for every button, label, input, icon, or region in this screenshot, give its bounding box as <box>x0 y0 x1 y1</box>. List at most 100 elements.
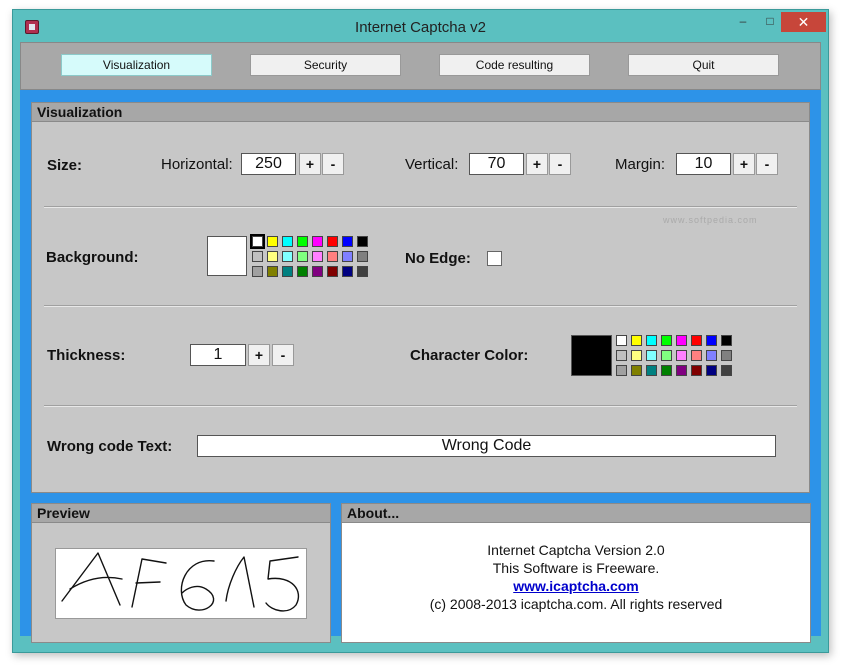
captcha-image <box>55 548 307 619</box>
color-swatch[interactable] <box>357 251 368 262</box>
color-swatch[interactable] <box>297 236 308 247</box>
title-bar[interactable]: Internet Captcha v2 – □ ✕ <box>13 10 828 42</box>
color-swatch[interactable] <box>312 266 323 277</box>
color-swatch[interactable] <box>342 236 353 247</box>
color-swatch[interactable] <box>267 266 278 277</box>
maximize-button[interactable]: □ <box>757 12 783 32</box>
app-window: Internet Captcha v2 – □ ✕ Visualization … <box>12 9 829 653</box>
no-edge-label: No Edge: <box>405 250 471 267</box>
color-swatch[interactable] <box>646 350 657 361</box>
about-freeware: This Software is Freeware. <box>492 560 660 576</box>
code-resulting-button[interactable]: Code resulting <box>439 54 590 76</box>
color-swatch[interactable] <box>721 350 732 361</box>
color-swatch[interactable] <box>676 350 687 361</box>
visualization-header: Visualization <box>32 103 809 122</box>
color-swatch[interactable] <box>661 350 672 361</box>
color-swatch[interactable] <box>706 350 717 361</box>
color-swatch[interactable] <box>706 365 717 376</box>
horizontal-input[interactable]: 250 <box>241 153 296 175</box>
wrong-code-label: Wrong code Text: <box>47 438 173 455</box>
about-panel: About... Internet Captcha Version 2.0 Th… <box>341 503 811 643</box>
thickness-label: Thickness: <box>47 347 126 364</box>
color-swatch[interactable] <box>616 365 627 376</box>
color-swatch[interactable] <box>267 236 278 247</box>
thickness-plus-button[interactable]: + <box>248 344 270 366</box>
color-swatch[interactable] <box>661 365 672 376</box>
character-color-label: Character Color: <box>410 347 529 364</box>
thickness-input[interactable]: 1 <box>190 344 246 366</box>
color-swatch[interactable] <box>631 365 642 376</box>
background-color-preview <box>207 236 247 276</box>
close-button[interactable]: ✕ <box>781 12 826 32</box>
about-body: Internet Captcha Version 2.0 This Softwa… <box>342 523 810 642</box>
color-swatch[interactable] <box>616 335 627 346</box>
color-swatch[interactable] <box>327 236 338 247</box>
color-swatch[interactable] <box>676 365 687 376</box>
color-swatch[interactable] <box>721 335 732 346</box>
color-swatch[interactable] <box>631 350 642 361</box>
vertical-input[interactable]: 70 <box>469 153 524 175</box>
color-swatch[interactable] <box>691 365 702 376</box>
margin-minus-button[interactable]: - <box>756 153 778 175</box>
margin-label: Margin: <box>615 156 666 173</box>
character-color-palette <box>616 335 732 376</box>
visualization-button[interactable]: Visualization <box>61 54 212 76</box>
color-swatch[interactable] <box>282 251 293 262</box>
color-swatch[interactable] <box>312 236 323 247</box>
color-swatch[interactable] <box>250 234 265 249</box>
color-swatch[interactable] <box>342 266 353 277</box>
thickness-minus-button[interactable]: - <box>272 344 294 366</box>
vertical-label: Vertical: <box>405 156 459 173</box>
color-swatch[interactable] <box>327 266 338 277</box>
color-swatch[interactable] <box>646 335 657 346</box>
captcha-text <box>61 552 300 612</box>
color-swatch[interactable] <box>661 335 672 346</box>
margin-input[interactable]: 10 <box>676 153 731 175</box>
color-swatch[interactable] <box>312 251 323 262</box>
wrong-code-input[interactable]: Wrong Code <box>197 435 776 457</box>
menu-bar: Visualization Security Code resulting Qu… <box>20 42 821 90</box>
horizontal-label: Horizontal: <box>161 156 233 173</box>
website-link[interactable]: www.icaptcha.com <box>513 578 639 594</box>
color-swatch[interactable] <box>342 251 353 262</box>
color-swatch[interactable] <box>646 365 657 376</box>
color-swatch[interactable] <box>297 251 308 262</box>
divider <box>44 305 797 307</box>
color-swatch[interactable] <box>357 236 368 247</box>
character-color-preview <box>571 335 612 376</box>
horizontal-minus-button[interactable]: - <box>322 153 344 175</box>
color-swatch[interactable] <box>706 335 717 346</box>
color-swatch[interactable] <box>691 335 702 346</box>
vertical-plus-button[interactable]: + <box>526 153 548 175</box>
color-swatch[interactable] <box>282 266 293 277</box>
background-label: Background: <box>46 249 139 266</box>
quit-button[interactable]: Quit <box>628 54 779 76</box>
no-edge-checkbox[interactable] <box>487 251 502 266</box>
about-copyright: (c) 2008-2013 icaptcha.com. All rights r… <box>429 596 723 612</box>
preview-panel: Preview <box>31 503 331 643</box>
margin-plus-button[interactable]: + <box>733 153 755 175</box>
window-title: Internet Captcha v2 <box>355 19 486 36</box>
horizontal-plus-button[interactable]: + <box>299 153 321 175</box>
divider <box>44 206 797 208</box>
color-swatch[interactable] <box>327 251 338 262</box>
client-area: Visualization Security Code resulting Qu… <box>20 42 821 643</box>
color-swatch[interactable] <box>252 251 263 262</box>
color-swatch[interactable] <box>252 266 263 277</box>
minimize-button[interactable]: – <box>730 12 756 32</box>
preview-header: Preview <box>32 504 330 523</box>
color-swatch[interactable] <box>631 335 642 346</box>
color-swatch[interactable] <box>691 350 702 361</box>
vertical-minus-button[interactable]: - <box>549 153 571 175</box>
color-swatch[interactable] <box>357 266 368 277</box>
color-swatch[interactable] <box>616 350 627 361</box>
watermark: www.softpedia.com <box>663 215 758 225</box>
color-swatch[interactable] <box>267 251 278 262</box>
color-swatch[interactable] <box>297 266 308 277</box>
color-swatch[interactable] <box>721 365 732 376</box>
security-button[interactable]: Security <box>250 54 401 76</box>
about-version: Internet Captcha Version 2.0 <box>487 542 665 558</box>
divider <box>44 405 797 407</box>
color-swatch[interactable] <box>676 335 687 346</box>
color-swatch[interactable] <box>282 236 293 247</box>
